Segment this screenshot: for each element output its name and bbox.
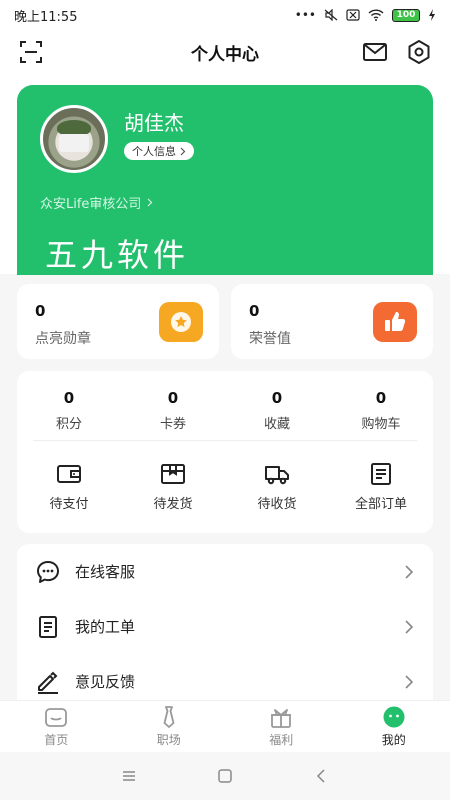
stat-coupons[interactable]: 0 卡券 (121, 389, 225, 432)
stat-label: 卡券 (159, 417, 186, 432)
order-label: 待收货 (257, 497, 297, 512)
tab-label: 职场 (156, 733, 181, 747)
page-header: 个人中心 (0, 30, 450, 74)
tab-label: 我的 (381, 733, 406, 747)
more-dots-icon: ••• (294, 8, 316, 22)
settings-icon[interactable] (406, 39, 432, 65)
stat-value: 0 (63, 389, 75, 407)
status-bar: 晚上11:55 ••• 100 (0, 0, 450, 30)
stat-value: 0 (167, 389, 179, 407)
tab-workplace[interactable]: 职场 (113, 701, 226, 753)
tab-label: 福利 (269, 733, 294, 747)
stat-label: 积分 (55, 417, 82, 432)
order-all[interactable]: 全部订单 (329, 463, 433, 512)
tie-icon (163, 706, 175, 728)
chevron-right-icon (180, 147, 186, 155)
gift-icon (271, 709, 292, 728)
truck-icon (265, 466, 289, 485)
scan-icon[interactable] (18, 39, 44, 65)
tab-label: 首页 (44, 733, 69, 747)
company-link[interactable]: 众安Life审核公司 (40, 193, 153, 212)
chevron-right-icon (405, 619, 414, 634)
personal-info-button[interactable]: 个人信息 (124, 142, 194, 160)
home-icon (45, 708, 68, 727)
profile-face-icon (383, 706, 405, 728)
honor-count: 0 (249, 302, 260, 320)
profile-card: 胡佳杰 个人信息 众安Life审核公司 五九软件 (17, 85, 433, 275)
charging-icon (429, 9, 435, 21)
medal-icon (159, 302, 203, 342)
avatar-pot (59, 134, 89, 152)
watermark-text: 五九软件 (45, 236, 190, 274)
medals-count: 0 (35, 302, 46, 320)
tab-mine[interactable]: 我的 (338, 701, 450, 753)
menu-label: 在线客服 (75, 563, 136, 581)
order-label: 全部订单 (354, 497, 407, 512)
status-time: 晚上11:55 (14, 9, 78, 25)
wifi-icon (368, 9, 384, 21)
user-name: 胡佳杰 (124, 111, 184, 135)
stat-value: 0 (375, 389, 387, 407)
wallet-icon (57, 465, 81, 483)
medals-label: 点亮勋章 (35, 331, 91, 347)
mute-icon (324, 9, 338, 21)
system-nav-bar (0, 752, 450, 800)
bottom-tab-bar: 首页 职场 福利 我的 (0, 700, 450, 752)
menu-icon[interactable] (121, 769, 137, 783)
page-title: 个人中心 (191, 44, 259, 65)
tab-benefits[interactable]: 福利 (225, 701, 338, 753)
order-pending-shipment[interactable]: 待发货 (121, 463, 225, 512)
tab-home[interactable]: 首页 (0, 701, 113, 753)
medals-card[interactable]: 0 点亮勋章 (17, 284, 219, 359)
back-icon[interactable] (313, 769, 329, 783)
stat-label: 购物车 (361, 417, 401, 432)
order-pending-payment[interactable]: 待支付 (17, 463, 121, 512)
divider (33, 440, 417, 441)
honor-card[interactable]: 0 荣誉值 (231, 284, 433, 359)
package-icon (161, 464, 185, 484)
home-square-icon[interactable] (217, 769, 233, 783)
chevron-right-icon (405, 674, 414, 689)
menu-item-online-service[interactable]: 在线客服 (17, 544, 433, 599)
honor-label: 荣誉值 (249, 331, 291, 347)
menu-label: 我的工单 (75, 618, 136, 636)
mail-icon[interactable] (362, 39, 388, 65)
stat-cart[interactable]: 0 购物车 (329, 389, 433, 432)
menu-item-feedback[interactable]: 意见反馈 (17, 654, 433, 704)
edit-icon (38, 671, 58, 694)
sim-off-icon (346, 9, 360, 21)
stats-card: 0 积分 0 卡券 0 收藏 0 购物车 待支付 待发货 待收货 全部订单 (17, 371, 433, 533)
menu-item-my-tickets[interactable]: 我的工单 (17, 599, 433, 654)
receipt-icon (371, 463, 391, 485)
stat-favorites[interactable]: 0 收藏 (225, 389, 329, 432)
chevron-right-icon (148, 198, 153, 207)
order-pending-receipt[interactable]: 待收货 (225, 463, 329, 512)
avatar[interactable] (40, 105, 108, 173)
order-label: 待支付 (49, 497, 89, 512)
stat-label: 收藏 (263, 417, 290, 432)
company-name: 众安Life审核公司 (40, 197, 142, 212)
menu-list: 在线客服 我的工单 意见反馈 (17, 544, 433, 704)
document-icon (39, 615, 57, 638)
menu-label: 意见反馈 (75, 673, 136, 691)
order-label: 待发货 (153, 497, 193, 512)
chat-icon (37, 560, 59, 583)
battery-icon: 100 (392, 8, 420, 22)
stat-points[interactable]: 0 积分 (17, 389, 121, 432)
stat-value: 0 (271, 389, 283, 407)
personal-info-label: 个人信息 (132, 145, 176, 158)
status-icons: ••• 100 (295, 8, 436, 22)
chevron-right-icon (405, 564, 414, 579)
thumbs-up-icon (373, 302, 417, 342)
